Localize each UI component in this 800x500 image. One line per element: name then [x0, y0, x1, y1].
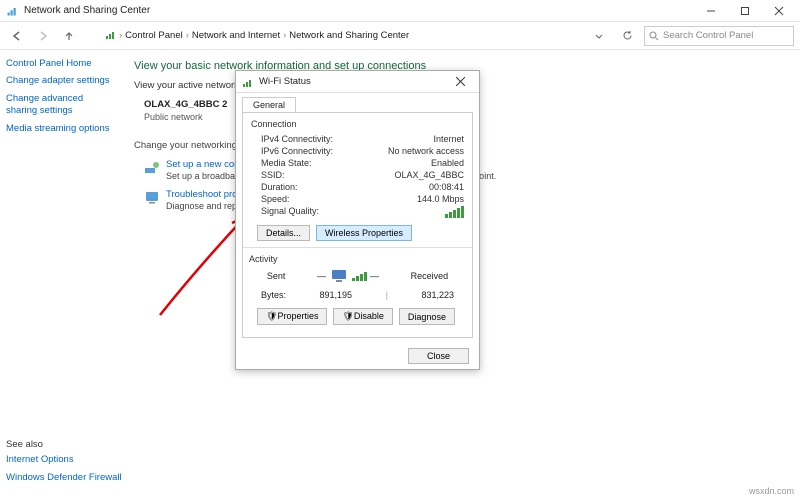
- connection-group-label: Connection: [251, 119, 464, 129]
- sidebar: Control Panel Home Change adapter settin…: [0, 50, 120, 500]
- breadcrumb[interactable]: › Control Panel › Network and Internet ›…: [104, 28, 584, 43]
- diagnose-button[interactable]: Diagnose: [399, 308, 455, 325]
- signal-quality-label: Signal Quality:: [261, 206, 319, 218]
- maximize-button[interactable]: [728, 1, 762, 21]
- signal-bars-icon: [445, 206, 464, 218]
- received-label: Received: [411, 271, 449, 281]
- bytes-received-value: 831,223: [421, 290, 454, 300]
- dialog-titlebar[interactable]: Wi-Fi Status: [236, 71, 479, 93]
- activity-group-label: Activity: [249, 254, 464, 264]
- dialog-close-button[interactable]: [447, 73, 473, 91]
- sidebar-link[interactable]: Windows Defender Firewall: [6, 472, 126, 484]
- media-state-label: Media State:: [261, 158, 312, 168]
- sidebar-link[interactable]: Change adapter settings: [6, 75, 114, 87]
- breadcrumb-item[interactable]: Control Panel: [125, 30, 183, 41]
- wifi-status-dialog: Wi-Fi Status General Connection IPv4 Con…: [235, 70, 480, 370]
- dialog-title: Wi-Fi Status: [259, 76, 447, 87]
- speed-label: Speed:: [261, 194, 290, 204]
- dropdown-button[interactable]: [588, 25, 610, 47]
- chevron-right-icon: ›: [283, 30, 286, 41]
- close-button[interactable]: [762, 1, 796, 21]
- speed-value: 144.0 Mbps: [417, 194, 464, 204]
- dialog-tabs: General: [236, 93, 479, 112]
- wifi-icon: [242, 76, 254, 88]
- duration-value: 00:08:41: [429, 182, 464, 192]
- refresh-button[interactable]: [616, 25, 638, 47]
- ipv6-label: IPv6 Connectivity:: [261, 146, 333, 156]
- ipv4-value: Internet: [433, 134, 464, 144]
- see-also-header: See also: [6, 439, 126, 450]
- properties-button[interactable]: 🛡Properties: [257, 308, 327, 325]
- sidebar-link[interactable]: Internet Options: [6, 454, 126, 466]
- sidebar-link[interactable]: Media streaming options: [6, 123, 114, 135]
- toolbar: › Control Panel › Network and Internet ›…: [0, 22, 800, 50]
- minimize-button[interactable]: [694, 1, 728, 21]
- activity-icon: — —: [317, 268, 379, 284]
- back-button[interactable]: [6, 25, 28, 47]
- disable-button[interactable]: 🛡Disable: [333, 308, 392, 325]
- chevron-right-icon: ›: [186, 30, 189, 41]
- bytes-label: Bytes:: [261, 290, 286, 300]
- search-input[interactable]: Search Control Panel: [644, 26, 794, 46]
- app-icon: [6, 5, 18, 17]
- sent-label: Sent: [267, 271, 286, 281]
- window-titlebar: Network and Sharing Center: [0, 0, 800, 22]
- duration-label: Duration:: [261, 182, 298, 192]
- watermark: wsxdn.com: [749, 486, 794, 496]
- separator: |: [386, 290, 388, 300]
- new-connection-icon: [144, 159, 160, 175]
- close-dialog-button[interactable]: Close: [408, 348, 469, 364]
- window-title: Network and Sharing Center: [24, 5, 694, 16]
- ssid-label: SSID:: [261, 170, 285, 180]
- bytes-sent-value: 891,195: [320, 290, 353, 300]
- breadcrumb-icon: [104, 28, 116, 43]
- up-button[interactable]: [58, 25, 80, 47]
- chevron-right-icon: ›: [119, 30, 122, 41]
- shield-icon: 🛡: [342, 311, 353, 321]
- ipv6-value: No network access: [388, 146, 464, 156]
- troubleshoot-icon: [144, 189, 160, 205]
- breadcrumb-item[interactable]: Network and Internet: [192, 30, 280, 41]
- media-state-value: Enabled: [431, 158, 464, 168]
- search-icon: [649, 31, 659, 41]
- details-button[interactable]: Details...: [257, 225, 310, 241]
- ipv4-label: IPv4 Connectivity:: [261, 134, 333, 144]
- wireless-properties-button[interactable]: Wireless Properties: [316, 225, 412, 241]
- sidebar-link[interactable]: Change advanced sharing settings: [6, 93, 114, 117]
- tab-general[interactable]: General: [242, 97, 296, 112]
- shield-icon: 🛡: [266, 311, 277, 321]
- breadcrumb-item[interactable]: Network and Sharing Center: [289, 30, 409, 41]
- forward-button[interactable]: [32, 25, 54, 47]
- ssid-value: OLAX_4G_4BBC: [394, 170, 464, 180]
- control-panel-home-link[interactable]: Control Panel Home: [6, 58, 114, 69]
